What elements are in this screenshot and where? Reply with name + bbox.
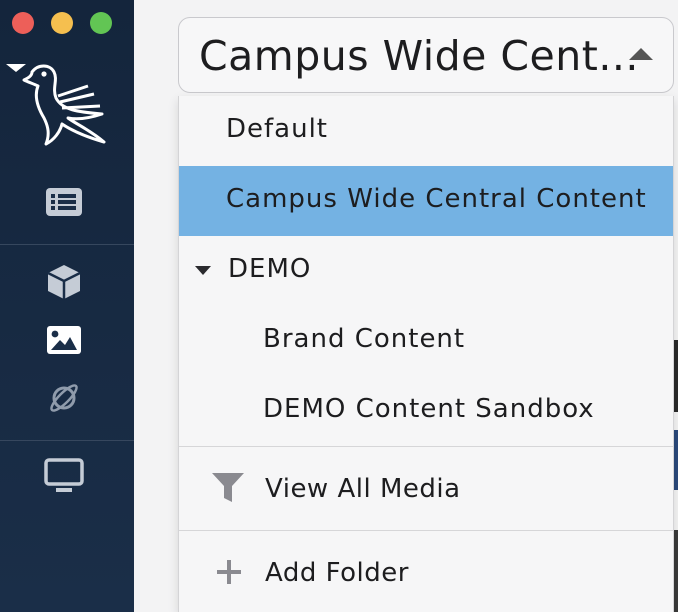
dropdown-option-campus-wide-central-content[interactable]: Campus Wide Central Content [179, 166, 673, 236]
cube-icon[interactable] [44, 262, 84, 302]
dropdown-option-demo-content-sandbox[interactable]: DEMO Content Sandbox [179, 376, 673, 446]
dropdown-option-label: Campus Wide Central Content [226, 184, 647, 214]
close-window-button[interactable] [12, 12, 34, 34]
dropdown-option-label: DEMO [228, 254, 312, 284]
sidebar-divider [0, 244, 134, 245]
view-all-media-item[interactable]: View All Media [179, 454, 673, 528]
monitor-icon[interactable] [44, 456, 84, 496]
filter-icon [212, 473, 244, 502]
dropdown-option-label: Brand Content [263, 324, 466, 354]
add-folder-item[interactable]: Add Folder [179, 538, 673, 612]
logo-bird-icon[interactable] [4, 58, 106, 148]
plus-icon [217, 560, 241, 584]
dropdown-option-default[interactable]: Default [179, 96, 673, 166]
planet-icon[interactable] [44, 378, 84, 418]
dropdown-divider [179, 446, 673, 447]
folder-select[interactable]: Campus Wide Cent... [178, 17, 674, 93]
dropdown-option-brand-content[interactable]: Brand Content [179, 306, 673, 376]
caret-down-icon[interactable] [195, 266, 211, 275]
caret-up-icon[interactable] [629, 48, 653, 60]
dropdown-option-label: Default [226, 114, 328, 144]
folder-dropdown-menu: Default Campus Wide Central Content DEMO… [178, 96, 674, 612]
maximize-window-button[interactable] [90, 12, 112, 34]
add-folder-label: Add Folder [265, 558, 409, 588]
list-icon[interactable] [44, 182, 84, 222]
sidebar-divider [0, 440, 134, 441]
dropdown-option-demo[interactable]: DEMO [179, 236, 673, 306]
folder-select-value: Campus Wide Cent... [199, 32, 639, 80]
minimize-window-button[interactable] [51, 12, 73, 34]
app-sidebar [0, 0, 134, 612]
dropdown-divider [179, 530, 673, 531]
dropdown-option-label: DEMO Content Sandbox [263, 394, 595, 424]
image-icon[interactable] [44, 320, 84, 360]
view-all-media-label: View All Media [265, 474, 461, 504]
